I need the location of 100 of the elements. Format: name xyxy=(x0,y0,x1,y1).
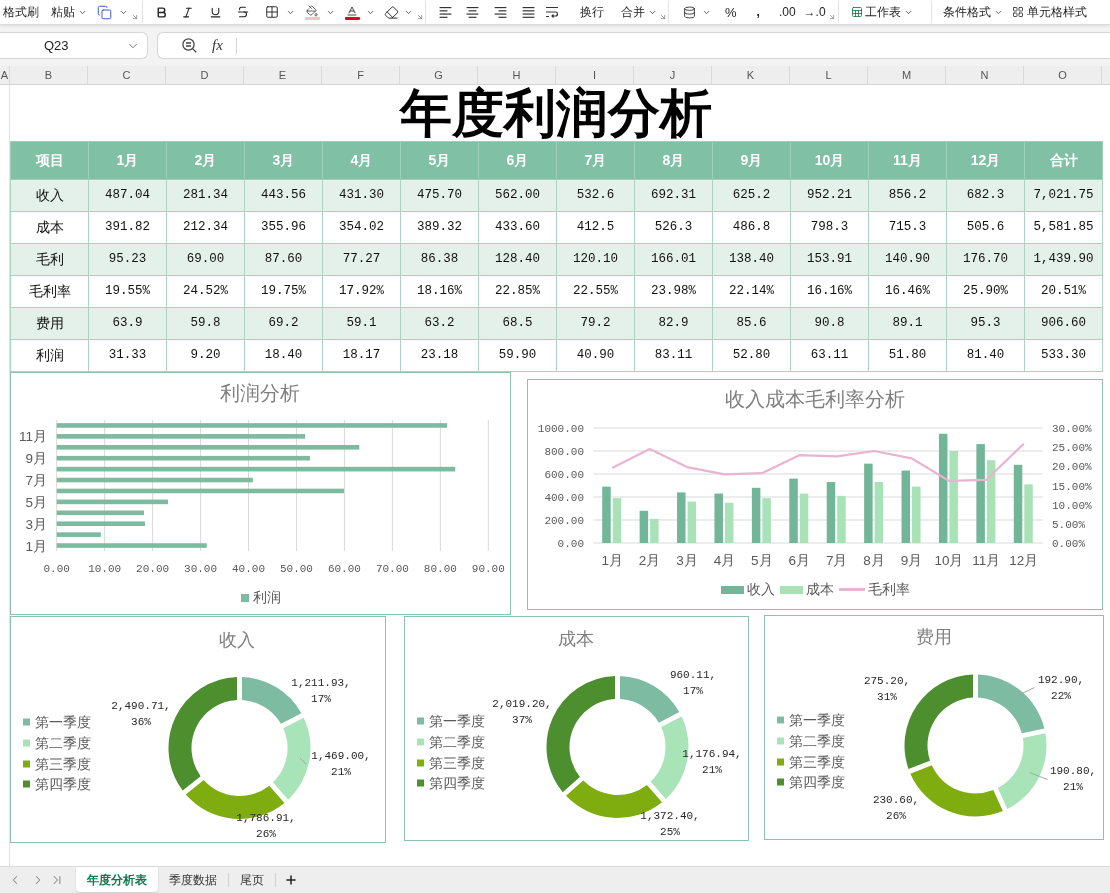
align-center-icon[interactable] xyxy=(466,6,479,18)
axis-label: 8月 xyxy=(863,553,885,568)
axis-label: 3月 xyxy=(25,516,47,532)
align-right-icon[interactable] xyxy=(494,6,507,18)
sheet-tab[interactable]: 季度数据 xyxy=(158,867,228,893)
increase-decimal-button[interactable]: .00 xyxy=(778,6,796,18)
column-header[interactable]: L xyxy=(790,66,868,84)
merge-button[interactable]: 合并 xyxy=(621,6,657,18)
name-box[interactable]: Q23 xyxy=(0,32,148,59)
column-header[interactable]: D xyxy=(166,66,244,84)
table-cell: 355.96 xyxy=(244,211,323,244)
table-cell: 毛利率 xyxy=(10,275,89,308)
table-cell: 9.20 xyxy=(166,339,245,372)
bold-icon[interactable] xyxy=(155,5,168,19)
align-left-icon[interactable] xyxy=(439,6,452,18)
chart-title: 利润分析 xyxy=(220,382,300,404)
sheet-tab[interactable]: 年度分析表 xyxy=(76,867,158,892)
table-cell: 23.98% xyxy=(634,275,713,308)
sheet-title: 年度利润分析 xyxy=(400,85,712,141)
worksheet-button[interactable]: 工作表 xyxy=(864,6,913,18)
column-header[interactable]: E xyxy=(244,66,322,84)
percent-button[interactable]: % xyxy=(725,5,737,19)
axis-label: 60.00 xyxy=(327,563,361,575)
column-header[interactable]: A xyxy=(0,66,10,84)
worksheet-icon[interactable] xyxy=(850,6,863,18)
table-cell: 59.90 xyxy=(478,339,557,372)
table-cell: 95.3 xyxy=(946,307,1025,340)
copy-icon[interactable] xyxy=(97,4,112,20)
dialog-launcher-icon[interactable] xyxy=(131,13,139,21)
axis-label: 2月 xyxy=(638,553,661,568)
table-cell: 利润 xyxy=(10,339,89,372)
dialog-launcher-icon[interactable] xyxy=(659,13,667,21)
axis-label: 12月 xyxy=(1009,553,1039,568)
column-header[interactable]: K xyxy=(712,66,790,84)
table-cell: 715.3 xyxy=(868,211,947,244)
table-cell: 526.3 xyxy=(634,211,713,244)
decrease-decimal-button[interactable]: →.0 xyxy=(803,6,826,18)
column-header[interactable]: B xyxy=(10,66,88,84)
column-header[interactable]: O xyxy=(1024,66,1102,84)
data-label: 230.60, 26% xyxy=(872,793,920,824)
axis-label: 9月 xyxy=(25,451,47,467)
wrap-text-button[interactable]: 换行 xyxy=(580,6,604,18)
data-label: 2,490.71, 36% xyxy=(111,699,171,730)
borders-icon[interactable] xyxy=(265,5,279,19)
grid-icon[interactable] xyxy=(1011,6,1024,18)
table-cell: 52.80 xyxy=(712,339,791,372)
axis-label: 30.00 xyxy=(184,563,218,575)
strikethrough-icon[interactable] xyxy=(236,5,250,19)
column-header[interactable]: C xyxy=(88,66,166,84)
insert-function-button[interactable]: fx xyxy=(212,38,223,53)
column-header[interactable]: I xyxy=(556,66,634,84)
table-header-cell: 7月 xyxy=(556,141,635,180)
add-sheet-icon[interactable] xyxy=(284,873,298,887)
format-painter-button[interactable]: 格式刷 xyxy=(3,6,39,18)
dialog-launcher-icon[interactable] xyxy=(416,13,424,21)
table-cell: 86.38 xyxy=(400,243,479,276)
table-cell: 153.91 xyxy=(790,243,869,276)
table-cell: 952.21 xyxy=(790,179,869,212)
table-cell: 505.6 xyxy=(946,211,1025,244)
thousands-separator-button[interactable]: , xyxy=(756,6,760,18)
table-cell: 25.90% xyxy=(946,275,1025,308)
table-cell: 85.6 xyxy=(712,307,791,340)
eraser-icon[interactable] xyxy=(384,4,399,20)
column-header[interactable]: J xyxy=(634,66,712,84)
database-icon[interactable] xyxy=(683,5,696,19)
italic-icon[interactable] xyxy=(181,5,194,19)
fill-color-icon[interactable] xyxy=(304,4,320,20)
align-justify-icon[interactable] xyxy=(522,6,535,18)
column-header[interactable]: N xyxy=(946,66,1024,84)
table-cell: 22.85% xyxy=(478,275,557,308)
column-header[interactable]: H xyxy=(478,66,556,84)
last-sheet-icon[interactable] xyxy=(50,873,64,887)
magnifier-icon[interactable] xyxy=(182,38,197,53)
table-header-cell: 6月 xyxy=(478,141,557,180)
table-cell: 63.2 xyxy=(400,307,479,340)
legend-label: 利润 xyxy=(252,590,281,605)
underline-icon[interactable] xyxy=(209,5,222,19)
data-label: 1,176.94, 21% xyxy=(682,747,742,778)
font-color-icon[interactable] xyxy=(344,4,360,20)
table-cell: 20.51% xyxy=(1024,275,1103,308)
sheet-tab[interactable]: 尾页 xyxy=(229,867,275,893)
column-header[interactable]: G xyxy=(400,66,478,84)
cell-style-button[interactable]: 单元格样式 xyxy=(1026,6,1087,18)
axis-label: 50.00 xyxy=(279,563,313,575)
dialog-launcher-icon[interactable] xyxy=(827,13,836,21)
legend-label: 第三季度 xyxy=(789,755,845,770)
data-label: 190.80, 21% xyxy=(1049,764,1097,795)
paste-button[interactable]: 粘贴 xyxy=(51,6,87,18)
table-cell: 1,439.90 xyxy=(1024,243,1103,276)
data-label: 1,372.40, 25% xyxy=(640,809,700,840)
table-header-cell: 5月 xyxy=(400,141,479,180)
wrap-text-icon[interactable] xyxy=(545,6,559,18)
column-header[interactable]: M xyxy=(868,66,946,84)
table-cell: 354.02 xyxy=(322,211,401,244)
conditional-format-button[interactable]: 条件格式 xyxy=(942,6,1003,18)
column-header[interactable]: F xyxy=(322,66,400,84)
axis-label: 5月 xyxy=(25,494,47,510)
formula-bar[interactable]: fx xyxy=(157,32,1110,59)
legend-label: 第一季度 xyxy=(429,714,485,729)
table-cell: 23.18 xyxy=(400,339,479,372)
